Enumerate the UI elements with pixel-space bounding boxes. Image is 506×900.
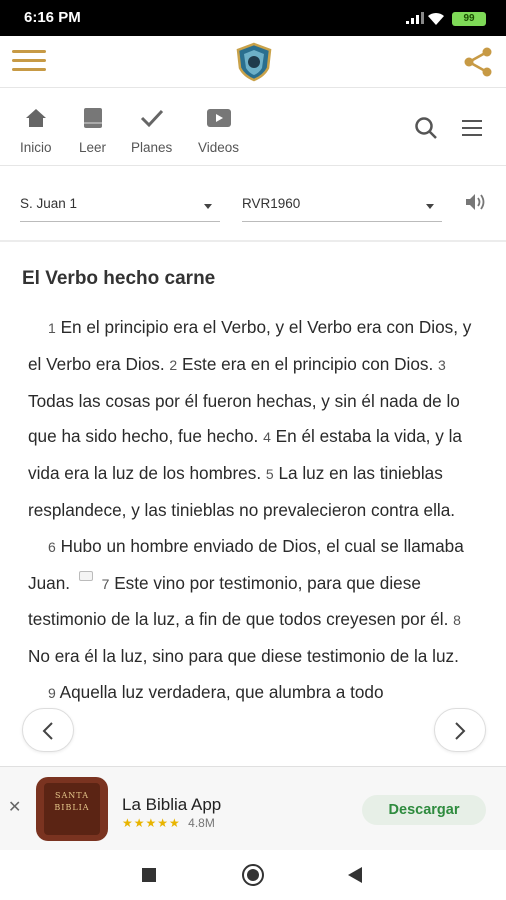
search-icon[interactable] <box>414 116 438 140</box>
ad-title[interactable]: La Biblia App <box>122 795 221 815</box>
nav-label: Videos <box>198 140 240 155</box>
nav-item-inicio[interactable]: Inicio <box>20 106 52 155</box>
status-time: 6:16 PM <box>24 9 81 26</box>
app-header <box>0 36 506 88</box>
chapter-content: El Verbo hecho carne 1 En el principio e… <box>0 242 506 766</box>
verse-text[interactable]: Este vino por testimonio, para que diese… <box>28 573 448 630</box>
paragraph: 1 En el principio era el Verbo, y el Ver… <box>28 310 484 529</box>
version-select[interactable]: RVR1960 <box>242 188 442 222</box>
verse-number: 1 <box>48 320 56 336</box>
selector-bar: S. Juan 1 RVR1960 <box>0 166 506 242</box>
ad-icon-text: SANTA <box>55 791 89 800</box>
status-bar: 6:16 PM 99 <box>0 0 506 36</box>
chapter-text: 1 En el principio era el Verbo, y el Ver… <box>28 310 484 712</box>
paragraph: 6 Hubo un hombre enviado de Dios, el cua… <box>28 529 484 675</box>
chevron-down-icon <box>426 204 434 209</box>
home-icon <box>20 106 52 130</box>
verse-number: 8 <box>453 612 461 629</box>
previous-chapter-button[interactable] <box>22 708 74 752</box>
ad-rating: ★★★★★ 4.8M <box>122 816 215 830</box>
note-icon[interactable] <box>78 570 93 581</box>
verse-number: 5 <box>265 466 274 483</box>
home-button[interactable] <box>242 864 264 886</box>
verse-text[interactable]: Aquella luz verdadera, que alumbra a tod… <box>60 682 384 702</box>
check-icon <box>131 106 172 130</box>
nav-label: Leer <box>79 140 107 155</box>
video-icon <box>198 106 239 130</box>
verse-number: 3 <box>438 356 446 373</box>
battery-icon: 99 <box>452 12 486 26</box>
verse-number: 6 <box>48 538 56 555</box>
system-nav-bar <box>0 850 506 900</box>
verse-text[interactable]: No era él la luz, sino para que diese te… <box>28 646 459 666</box>
ad-banner: ✕ SANTA BIBLIA La Biblia App ★★★★★ 4.8M … <box>0 766 506 850</box>
book-chapter-value: S. Juan 1 <box>20 196 78 211</box>
section-heading: El Verbo hecho carne <box>22 268 216 289</box>
verse-number: 7 <box>101 575 110 592</box>
nav-item-leer[interactable]: Leer <box>79 106 106 155</box>
ad-rating-count: 4.8M <box>188 816 215 830</box>
version-value: RVR1960 <box>242 196 301 211</box>
ad-icon-text: BIBLIA <box>54 803 90 812</box>
nav-item-planes[interactable]: Planes <box>131 106 172 155</box>
chevron-left-icon <box>42 722 53 740</box>
chevron-right-icon <box>455 722 466 740</box>
main-nav: Inicio Leer Planes Videos <box>0 88 506 166</box>
ad-app-icon[interactable]: SANTA BIBLIA <box>36 777 108 841</box>
book-icon <box>79 106 106 130</box>
book-chapter-select[interactable]: S. Juan 1 <box>20 188 220 222</box>
download-button[interactable]: Descargar <box>362 795 486 825</box>
share-icon[interactable] <box>462 46 494 78</box>
volume-icon[interactable] <box>464 192 488 212</box>
nav-item-videos[interactable]: Videos <box>198 106 239 155</box>
chevron-down-icon <box>204 204 212 209</box>
star-rating-icon: ★★★★★ <box>122 816 181 830</box>
back-button[interactable] <box>348 867 362 883</box>
wifi-icon <box>428 12 444 25</box>
overflow-menu-icon[interactable] <box>462 120 482 136</box>
recents-button[interactable] <box>142 868 156 882</box>
app-logo <box>236 42 272 82</box>
menu-button[interactable] <box>12 50 46 74</box>
paragraph: 9 Aquella luz verdadera, que alumbra a t… <box>28 675 484 712</box>
verse-text[interactable]: Este era en el principio con Dios. <box>182 354 433 374</box>
close-ad-icon[interactable]: ✕ <box>8 797 21 817</box>
nav-label: Inicio <box>20 140 52 155</box>
nav-label: Planes <box>131 140 173 155</box>
next-chapter-button[interactable] <box>434 708 486 752</box>
verse-number: 2 <box>169 356 178 373</box>
signal-icon <box>406 12 424 24</box>
verse-number: 4 <box>263 429 271 446</box>
verse-number: 9 <box>48 684 56 701</box>
